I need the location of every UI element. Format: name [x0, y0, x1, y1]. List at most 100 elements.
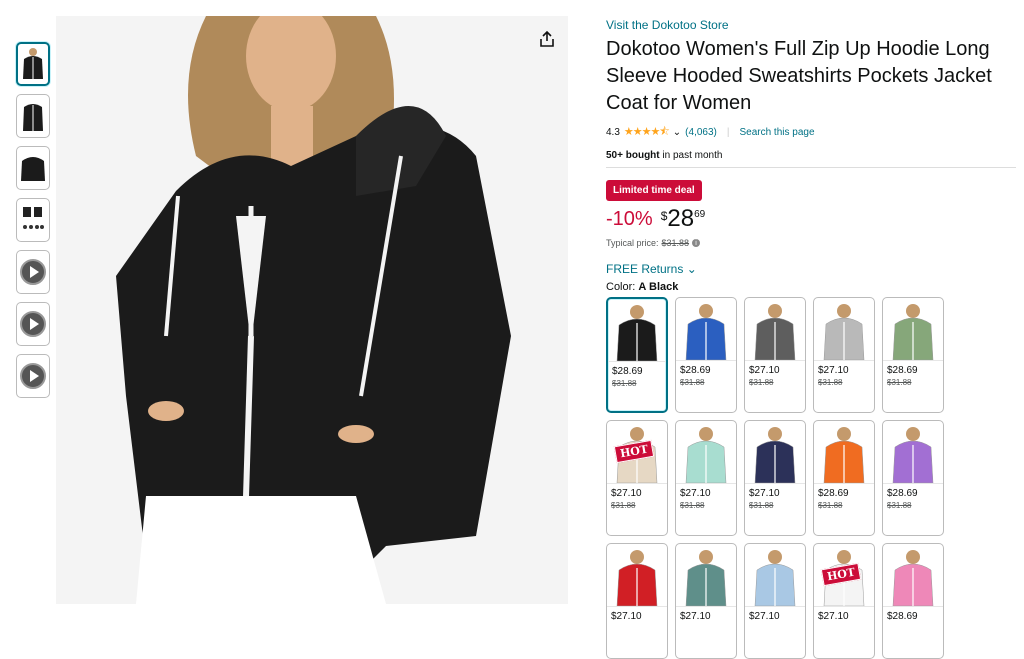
video-thumbnail-3[interactable]	[16, 354, 50, 398]
play-icon	[20, 311, 46, 337]
deal-badge: Limited time deal	[606, 180, 702, 201]
chevron-down-icon[interactable]: ⌄	[673, 127, 681, 138]
main-product-image[interactable]	[56, 16, 568, 604]
hoodie-swatch-icon	[616, 550, 658, 606]
color-swatch[interactable]: HOT $27.10	[813, 543, 875, 659]
swatch-price: $27.10	[749, 365, 780, 376]
swatch-price: $27.10	[818, 365, 849, 376]
color-swatch[interactable]: $27.10	[606, 543, 668, 659]
color-swatch[interactable]: HOT $27.10 $31.88	[606, 420, 668, 536]
hoodie-swatch-icon	[892, 550, 934, 606]
swatch-image	[883, 421, 943, 484]
swatch-image	[814, 298, 874, 361]
color-swatch[interactable]: $28.69 $31.88	[882, 297, 944, 413]
search-page-link[interactable]: Search this page	[739, 127, 814, 138]
color-swatch[interactable]: $27.10 $31.88	[813, 297, 875, 413]
divider	[606, 167, 1016, 168]
price-fraction: 69	[694, 209, 706, 220]
video-thumbnail-1[interactable]	[16, 250, 50, 294]
play-icon	[20, 259, 46, 285]
color-label-text: Color:	[606, 281, 636, 293]
color-swatch[interactable]: $28.69 $31.88	[606, 297, 668, 413]
swatch-price: $27.10	[611, 611, 642, 622]
price-row: -10% $ 28 69	[606, 206, 1016, 232]
hoodie-swatch-icon	[685, 427, 727, 483]
swatch-old-price: $31.88	[818, 378, 843, 387]
bought-rest: in past month	[659, 150, 723, 161]
hoodie-thumb-icon	[21, 157, 45, 181]
hoodie-swatch-icon	[823, 304, 865, 360]
info-icon[interactable]: i	[692, 239, 701, 247]
hoodie-swatch-icon	[616, 305, 658, 361]
color-swatch[interactable]: $28.69 $31.88	[675, 297, 737, 413]
color-swatch[interactable]: $27.10	[744, 543, 806, 659]
typical-price-value: $31.88	[661, 238, 690, 248]
swatch-image	[745, 421, 805, 484]
hoodie-swatch-icon	[754, 427, 796, 483]
swatch-image	[607, 544, 667, 607]
color-swatch[interactable]: $27.10 $31.88	[744, 420, 806, 536]
share-icon[interactable]	[538, 30, 556, 48]
chevron-down-icon: ⌄	[686, 262, 697, 276]
color-swatch[interactable]: $28.69 $31.88	[882, 420, 944, 536]
product-title: Dokotoo Women's Full Zip Up Hoodie Long …	[606, 38, 992, 114]
star-rating-icon[interactable]: ★★★★⯪	[624, 123, 670, 142]
hoodie-swatch-icon	[823, 427, 865, 483]
swatch-price: $27.10	[680, 611, 711, 622]
swatch-image	[814, 421, 874, 484]
swatch-image	[745, 298, 805, 361]
swatch-price: $28.69	[818, 488, 849, 499]
swatch-price: $28.69	[887, 611, 918, 622]
thumbnail-1[interactable]	[16, 42, 50, 86]
rating-row: 4.3 ★★★★⯪ ⌄ (4,063) | Search this page	[606, 123, 1016, 142]
thumbnail-list	[16, 42, 52, 406]
swatch-image	[676, 544, 736, 607]
swatch-price: $28.69	[887, 488, 918, 499]
swatch-old-price: $31.88	[611, 501, 636, 510]
color-selected: A Black	[638, 281, 679, 293]
hoodie-swatch-icon	[892, 304, 934, 360]
color-swatch[interactable]: $28.69 $31.88	[813, 420, 875, 536]
rating-value: 4.3	[606, 127, 620, 138]
hoodie-swatch-icon	[754, 550, 796, 606]
separator: |	[726, 127, 730, 138]
typical-price: Typical price: $31.88 i	[606, 238, 1016, 248]
swatch-price: $28.69	[887, 365, 918, 376]
store-link[interactable]: Visit the Dokotoo Store	[606, 18, 1016, 32]
color-swatch-grid: $28.69 $31.88 $28.69 $31.88 $27.10 $31.88 $27.…	[606, 297, 1016, 659]
swatch-old-price: $31.88	[680, 378, 705, 387]
thumbnail-4[interactable]	[16, 198, 50, 242]
price-whole: 28	[667, 205, 695, 232]
color-swatch[interactable]: $27.10	[675, 543, 737, 659]
bought-count: 50+ bought in past month	[606, 150, 1016, 161]
swatch-image	[883, 298, 943, 361]
swatch-image	[676, 298, 736, 361]
rating-count-link[interactable]: (4,063)	[685, 127, 717, 138]
color-label: Color: A Black	[606, 281, 1016, 293]
free-returns-link[interactable]: FREE Returns ⌄	[606, 262, 1016, 276]
swatch-old-price: $31.88	[887, 378, 912, 387]
hoodie-swatch-icon	[892, 427, 934, 483]
typical-price-label: Typical price:	[606, 238, 659, 248]
swatch-old-price: $31.88	[887, 501, 912, 510]
price-currency: $	[660, 209, 668, 223]
bought-bold: 50+ bought	[606, 150, 660, 161]
video-thumbnail-2[interactable]	[16, 302, 50, 346]
size-chart-thumb-icon	[23, 207, 44, 229]
swatch-price: $28.69	[680, 365, 711, 376]
thumbnail-3[interactable]	[16, 146, 50, 190]
swatch-image	[608, 299, 666, 362]
color-swatch[interactable]: $27.10 $31.88	[744, 297, 806, 413]
swatch-price: $28.69	[612, 366, 643, 377]
thumbnail-2[interactable]	[16, 94, 50, 138]
product-photo	[56, 16, 568, 604]
swatch-price: $27.10	[611, 488, 642, 499]
swatch-old-price: $31.88	[680, 501, 705, 510]
color-swatch[interactable]: $28.69	[882, 543, 944, 659]
color-swatch[interactable]: $27.10 $31.88	[675, 420, 737, 536]
play-icon	[20, 363, 46, 389]
swatch-old-price: $31.88	[749, 501, 774, 510]
hoodie-swatch-icon	[685, 304, 727, 360]
hoodie-thumb-icon	[23, 104, 43, 131]
discount-percent: -10%	[606, 208, 653, 230]
